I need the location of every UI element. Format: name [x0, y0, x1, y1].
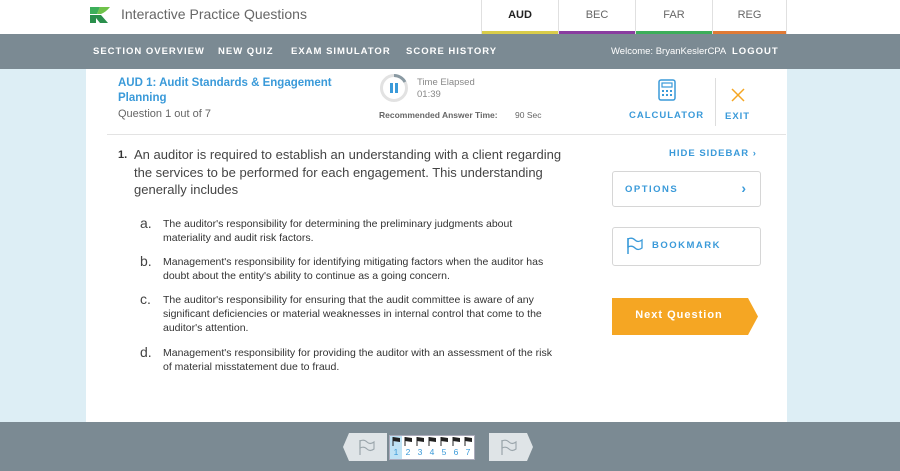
- page-7[interactable]: 7: [462, 436, 474, 459]
- close-icon[interactable]: [731, 88, 745, 102]
- next-question-button[interactable]: Next Question: [612, 298, 758, 335]
- question-pager: 1 2 3 4 5 6 7: [389, 435, 475, 460]
- bookmark-label: BOOKMARK: [652, 240, 721, 251]
- welcome-user: Welcome: BryanKeslerCPA: [611, 46, 727, 57]
- page-number: 7: [465, 447, 471, 457]
- recommended-time-value: 90 Sec: [515, 110, 542, 120]
- quiz-title: AUD 1: Audit Standards & Engagement Plan…: [118, 77, 332, 104]
- nav-score-history[interactable]: SCORE HISTORY: [406, 46, 497, 57]
- flag-icon: [404, 437, 412, 446]
- flag-icon: [627, 237, 643, 254]
- pause-timer-icon[interactable]: [379, 73, 409, 103]
- choice-d-letter[interactable]: d.: [140, 344, 152, 360]
- next-question-label: Next Question: [635, 309, 723, 321]
- page-5[interactable]: 5: [438, 436, 450, 459]
- tab-reg[interactable]: REG: [712, 0, 787, 34]
- previous-flag-button[interactable]: [343, 433, 387, 461]
- app-title: Interactive Practice Questions: [121, 6, 307, 22]
- calculator-icon[interactable]: [658, 79, 676, 101]
- flag-icon: [464, 437, 472, 446]
- header-divider: [715, 78, 716, 126]
- time-elapsed-value: 01:39: [417, 89, 441, 100]
- nav-exam-simulator[interactable]: EXAM SIMULATOR: [291, 46, 391, 57]
- hide-sidebar-button[interactable]: HIDE SIDEBAR ›: [669, 148, 757, 159]
- page-number: 2: [405, 447, 411, 457]
- question-number: 1.: [118, 149, 128, 161]
- flag-icon: [392, 437, 400, 446]
- choice-a-text[interactable]: The auditor's responsibility for determi…: [163, 217, 555, 245]
- tab-bec-label: BEC: [585, 9, 609, 21]
- page-1[interactable]: 1: [390, 436, 402, 459]
- flag-icon: [428, 437, 436, 446]
- exit-button[interactable]: EXIT: [725, 111, 750, 122]
- nav-new-quiz[interactable]: NEW QUIZ: [218, 46, 274, 57]
- flag-icon: [452, 437, 460, 446]
- page-number: 6: [453, 447, 459, 457]
- tab-bec[interactable]: BEC: [558, 0, 635, 34]
- tab-far[interactable]: FAR: [635, 0, 712, 34]
- page-4[interactable]: 4: [426, 436, 438, 459]
- question-text: An auditor is required to establish an u…: [134, 147, 562, 197]
- choice-c-letter[interactable]: c.: [140, 291, 151, 307]
- choice-d-text[interactable]: Management's responsibility for providin…: [163, 346, 555, 374]
- nav-section-overview[interactable]: SECTION OVERVIEW: [93, 46, 205, 57]
- flag-icon: [440, 437, 448, 446]
- page-number: 1: [393, 447, 399, 457]
- page-number: 3: [417, 447, 423, 457]
- app-logo-icon: [90, 7, 110, 23]
- page-3[interactable]: 3: [414, 436, 426, 459]
- bookmark-button[interactable]: BOOKMARK: [612, 227, 761, 266]
- choice-a-letter[interactable]: a.: [140, 215, 152, 231]
- tab-aud-label: AUD: [508, 9, 532, 21]
- recommended-time-label: Recommended Answer Time:: [379, 110, 498, 120]
- choice-c-text[interactable]: The auditor's responsibility for ensurin…: [163, 293, 555, 335]
- calculator-button[interactable]: CALCULATOR: [629, 110, 704, 121]
- choice-b-text[interactable]: Management's responsibility for identify…: [163, 255, 555, 283]
- page-number: 5: [441, 447, 447, 457]
- flag-icon: [416, 437, 424, 446]
- tab-reg-label: REG: [737, 9, 762, 21]
- tab-far-label: FAR: [663, 9, 685, 21]
- options-button[interactable]: OPTIONS ›: [612, 171, 761, 207]
- options-label: OPTIONS: [625, 184, 679, 195]
- time-elapsed-label: Time Elapsed: [417, 77, 475, 88]
- section-divider: [107, 134, 786, 135]
- page-6[interactable]: 6: [450, 436, 462, 459]
- main-nav: SECTION OVERVIEW NEW QUIZ EXAM SIMULATOR…: [0, 34, 900, 69]
- choice-b-letter[interactable]: b.: [140, 253, 152, 269]
- tab-aud[interactable]: AUD: [481, 0, 558, 34]
- top-header: Interactive Practice Questions AUD BEC F…: [0, 0, 900, 34]
- logout-link[interactable]: LOGOUT: [732, 46, 779, 57]
- chevron-right-icon: ›: [741, 180, 746, 196]
- next-flag-button[interactable]: [489, 433, 533, 461]
- question-count: Question 1 out of 7: [118, 108, 211, 120]
- page-2[interactable]: 2: [402, 436, 414, 459]
- page-number: 4: [429, 447, 435, 457]
